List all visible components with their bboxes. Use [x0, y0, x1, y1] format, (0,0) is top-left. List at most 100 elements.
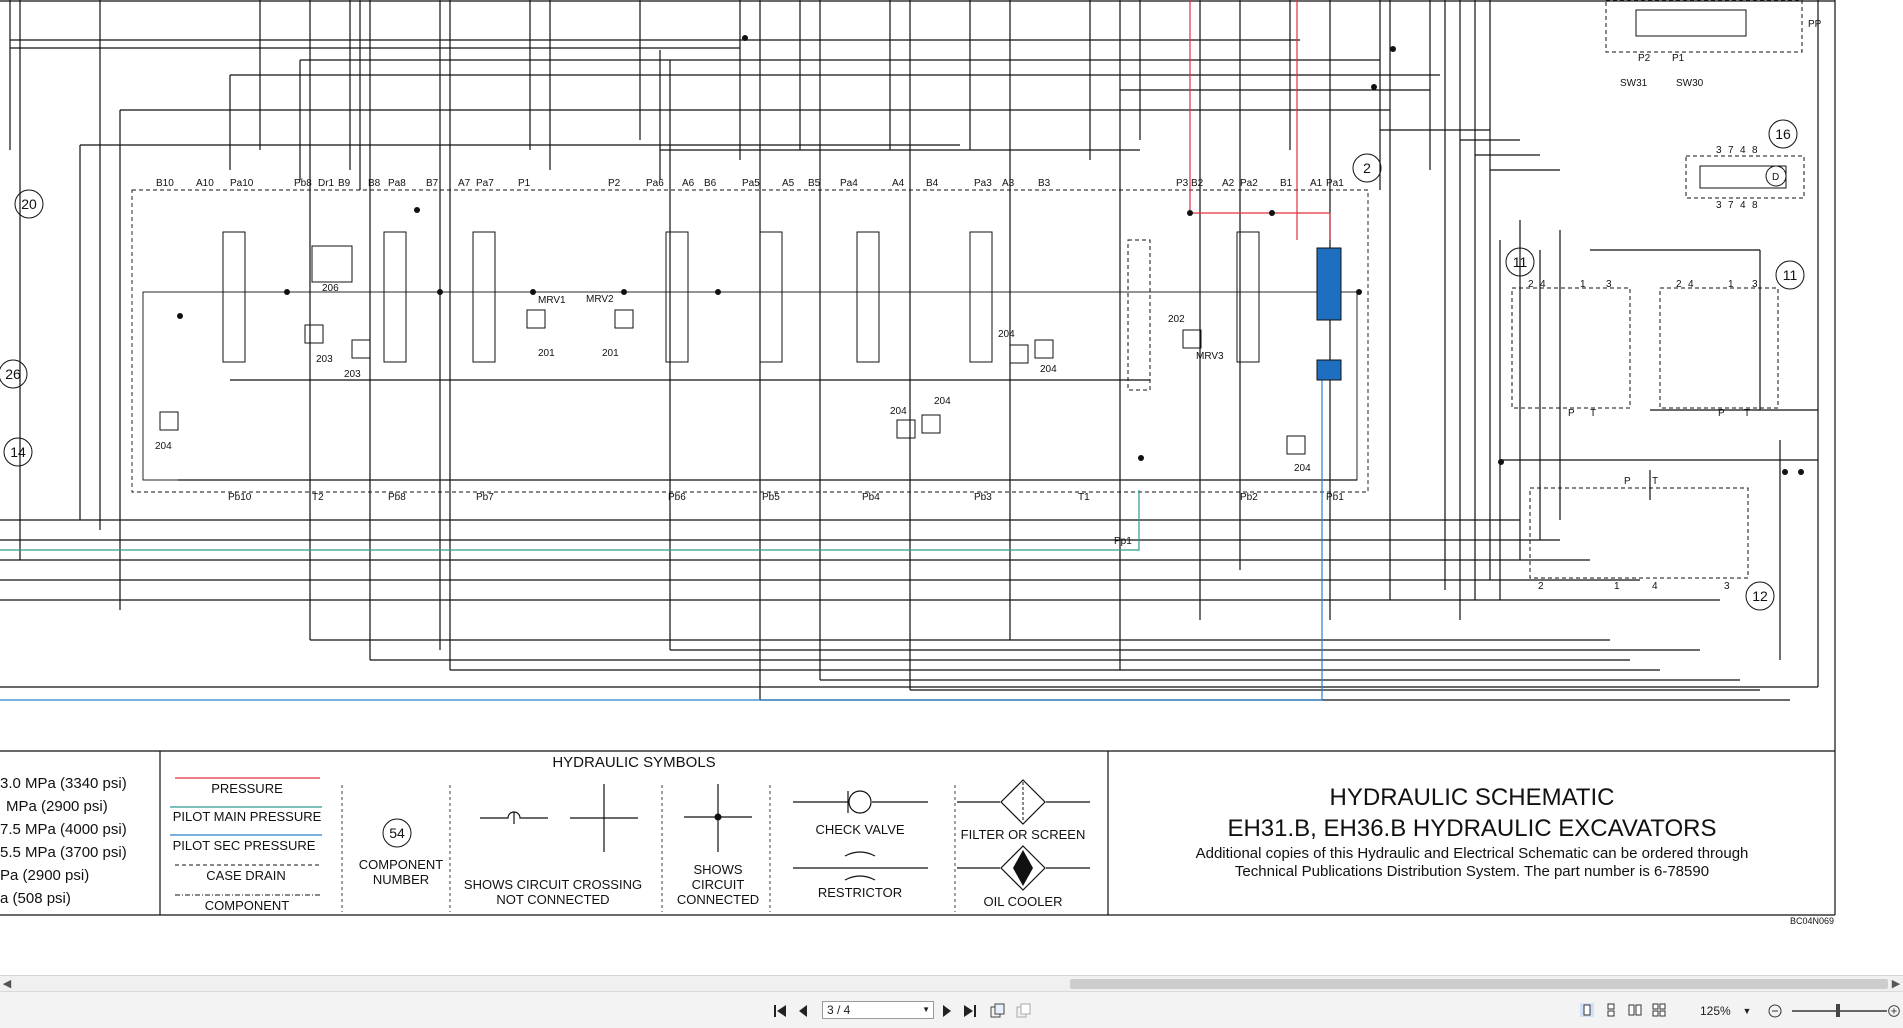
legend-component-number-line1: COMPONENT [359, 857, 444, 872]
port-label-bottom-1: T2 [312, 492, 324, 503]
component-label-9: 204 [1040, 364, 1057, 375]
callout-11-right: 11 [1783, 267, 1798, 283]
port-label-bottom-7: Pb3 [974, 492, 992, 503]
legend-pilot-main: PILOT MAIN PRESSURE [173, 809, 322, 824]
right-label-21: 4 [1688, 279, 1694, 290]
component-label-11: 204 [934, 396, 951, 407]
legend-filter: FILTER OR SCREEN [961, 827, 1086, 842]
zoom-level[interactable]: 125% [1700, 1002, 1731, 1020]
port-label-bottom-2: Pb8 [388, 492, 406, 503]
component-labels: 206 203 203 204 MRV1 201 MRV2 201 204 204 204 204 20… [155, 283, 1311, 474]
page-number-value: 3 / 4 [827, 1003, 851, 1017]
port-label-top-17: A5 [782, 178, 795, 189]
page-view-icon[interactable] [1014, 1002, 1032, 1020]
port-label-top-21: B4 [926, 178, 939, 189]
pressure-setting-1: 3.0 MPa (3340 psi) [0, 775, 127, 792]
last-page-icon[interactable] [962, 1002, 978, 1020]
pressure-setting-6: a (508 psi) [0, 890, 71, 907]
port-label-top-16: Pa5 [742, 178, 760, 189]
legend-crossing-line1: SHOWS CIRCUIT CROSSING [464, 877, 642, 892]
zoom-in-icon[interactable] [1886, 1002, 1902, 1020]
two-page-continuous-icon[interactable] [1652, 1003, 1666, 1017]
chevron-down-icon[interactable]: ▼ [922, 1002, 930, 1018]
scrollbar-thumb[interactable] [1070, 979, 1888, 989]
port-label-top-20: A4 [892, 178, 905, 189]
port-label-bottom-11: Pb1 [1326, 492, 1344, 503]
port-label-top-8: B7 [426, 178, 439, 189]
component-label-14: 204 [1294, 463, 1311, 474]
legend-component-number-sample: 54 [389, 825, 405, 841]
right-label-23: 3 [1752, 279, 1758, 290]
title-note-1: Additional copies of this Hydraulic and … [1196, 845, 1749, 862]
right-label-13: D [1772, 172, 1779, 183]
port-label-top-18: B5 [808, 178, 821, 189]
hydraulic-schematic: 20 26 14 2 16 11 11 12 B10 A10 Pa10 Pb8 Dr1 B… [0, 0, 1836, 926]
copy-page-icon[interactable] [988, 1002, 1006, 1020]
zoom-out-icon[interactable] [1766, 1002, 1784, 1020]
right-label-22: 1 [1728, 279, 1734, 290]
port-label-top-19: Pa4 [840, 178, 858, 189]
right-label-12: 8 [1752, 200, 1758, 211]
component-label-5: 201 [538, 348, 555, 359]
right-label-3: SW31 [1620, 78, 1648, 89]
right-label-0: PP [1808, 19, 1822, 30]
right-label-7: 4 [1740, 145, 1746, 156]
prev-page-icon[interactable] [796, 1002, 810, 1020]
callout-14: 14 [10, 444, 26, 460]
legend-pilot-sec: PILOT SEC PRESSURE [173, 838, 316, 853]
port-label-top-22: Pa3 [974, 178, 992, 189]
right-label-19: T [1590, 408, 1596, 419]
first-page-icon[interactable] [772, 1002, 788, 1020]
callout-26: 26 [5, 366, 21, 382]
zoom-dropdown-icon[interactable]: ▼ [1742, 1002, 1752, 1020]
port-label-top-13: Pa6 [646, 178, 664, 189]
legend-connected-line1: SHOWS [693, 862, 742, 877]
component-label-13: MRV3 [1196, 351, 1224, 362]
continuous-view-icon[interactable] [1604, 1003, 1618, 1017]
legend-oil-cooler: OIL COOLER [984, 894, 1063, 909]
component-label-2: 203 [344, 369, 361, 380]
title-note-2: Technical Publications Distribution Syst… [1235, 863, 1709, 880]
port-label-top-4: Dr1 [318, 178, 335, 189]
component-label-10: 204 [890, 406, 907, 417]
legend-pressure: PRESSURE [211, 781, 283, 796]
port-label-top-29: B1 [1280, 178, 1293, 189]
right-label-11: 4 [1740, 200, 1746, 211]
legend-connected-line2: CIRCUIT [692, 877, 745, 892]
right-label-6: 7 [1728, 145, 1734, 156]
right-label-8: 8 [1752, 145, 1758, 156]
port-label-bottom-8: T1 [1078, 492, 1090, 503]
next-page-icon[interactable] [940, 1002, 954, 1020]
document-viewport[interactable]: 20 26 14 2 16 11 11 12 B10 A10 Pa10 Pb8 Dr1 B… [0, 0, 1903, 975]
right-label-31: 3 [1724, 581, 1730, 592]
port-label-top-15: B6 [704, 178, 717, 189]
scroll-right-icon[interactable]: ▶ [1889, 976, 1903, 992]
legend-connected-line3: CONNECTED [677, 892, 759, 907]
right-label-28: 2 [1538, 581, 1544, 592]
port-label-top-10: Pa7 [476, 178, 494, 189]
component-label-0: 206 [322, 283, 339, 294]
pressure-setting-2: MPa (2900 psi) [6, 798, 108, 815]
page-number-input[interactable]: 3 / 4 ▼ [822, 1001, 934, 1019]
legend-restrictor: RESTRICTOR [818, 885, 902, 900]
component-label-4: MRV1 [538, 295, 566, 306]
port-label-top-1: A10 [196, 178, 214, 189]
port-label-top-25: P3 [1176, 178, 1189, 189]
port-label-top-24: B3 [1038, 178, 1051, 189]
scroll-left-icon[interactable]: ◀ [0, 976, 14, 992]
horizontal-scrollbar[interactable]: ◀ ▶ [0, 975, 1903, 991]
two-page-view-icon[interactable] [1628, 1003, 1642, 1017]
callout-20: 20 [21, 196, 37, 212]
viewer-toolbar: 3 / 4 ▼ 125% ▼ [0, 991, 1903, 1028]
port-label-bottom-10: Pb2 [1240, 492, 1258, 503]
port-label-top-14: A6 [682, 178, 695, 189]
component-label-3: 204 [155, 441, 172, 452]
port-label-bottom-3: Pb7 [476, 492, 494, 503]
zoom-slider-knob[interactable] [1836, 1004, 1840, 1017]
single-page-view-icon[interactable] [1580, 1003, 1594, 1017]
right-label-25: T [1744, 408, 1750, 419]
pressure-setting-3: 7.5 MPa (4000 psi) [0, 821, 127, 838]
legend-case-drain: CASE DRAIN [206, 868, 285, 883]
callout-16: 16 [1775, 126, 1791, 142]
component-label-12: 202 [1168, 314, 1185, 325]
